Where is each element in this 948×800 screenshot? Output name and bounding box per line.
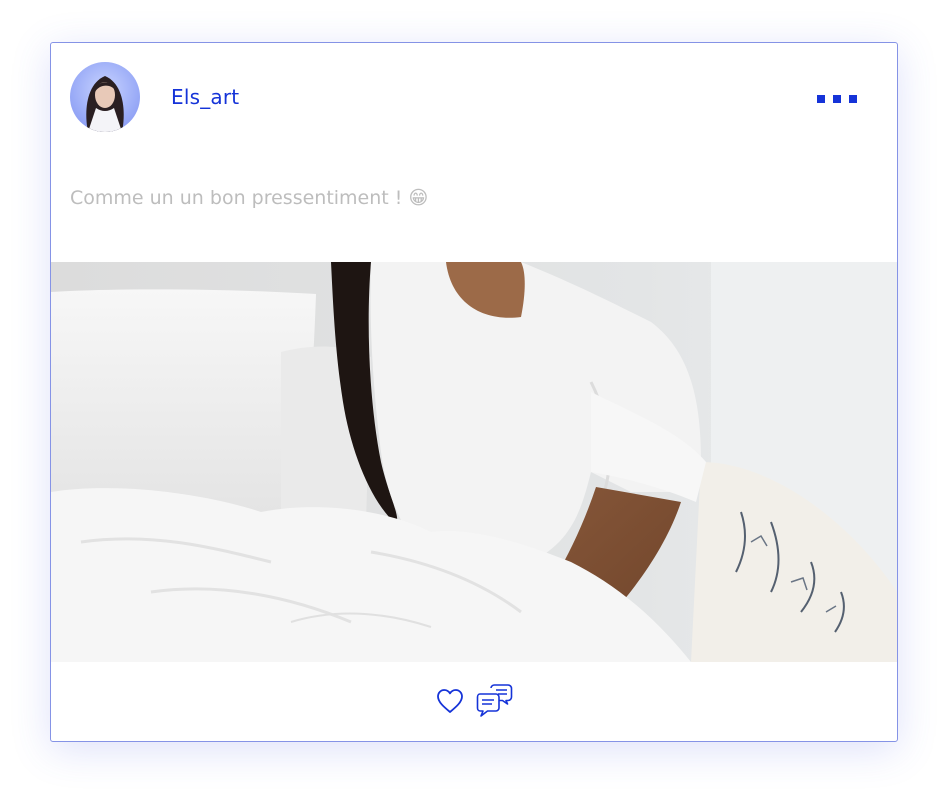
post-image[interactable] bbox=[51, 262, 897, 662]
author-name[interactable]: Els_art bbox=[171, 85, 239, 109]
more-options-button[interactable] bbox=[811, 87, 859, 111]
post-actions bbox=[51, 662, 897, 741]
like-button[interactable] bbox=[435, 686, 465, 716]
more-horizontal-icon bbox=[833, 95, 841, 103]
avatar[interactable] bbox=[70, 62, 140, 132]
comment-button[interactable] bbox=[476, 684, 514, 718]
avatar-image bbox=[86, 76, 124, 132]
heart-outline-icon bbox=[437, 689, 463, 713]
more-horizontal-icon bbox=[817, 95, 825, 103]
chat-bubbles-icon bbox=[476, 684, 513, 717]
post-photo bbox=[51, 262, 897, 662]
post-caption: Comme un un bon pressentiment ! 😁 bbox=[70, 187, 429, 209]
post-card: Els_art Comme un un bon pressentiment ! … bbox=[50, 42, 898, 742]
more-horizontal-icon bbox=[849, 95, 857, 103]
post-header: Els_art bbox=[51, 43, 897, 153]
